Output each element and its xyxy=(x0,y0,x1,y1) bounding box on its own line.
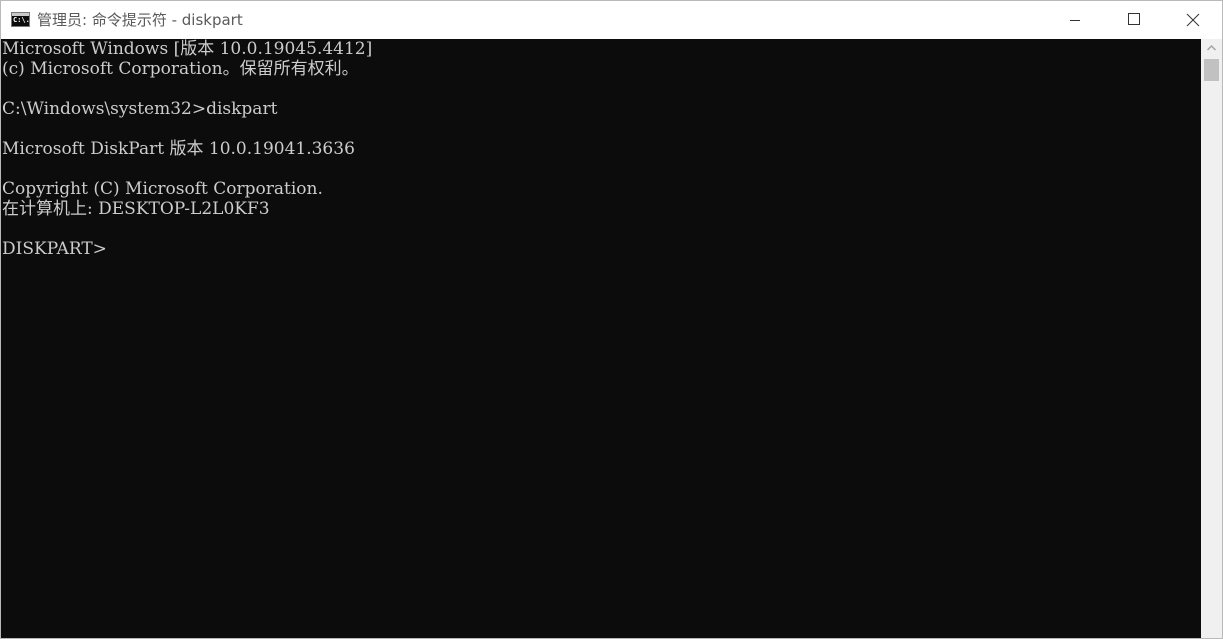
console-app-icon[interactable]: C:\. xyxy=(11,12,30,27)
scrollbar-thumb[interactable] xyxy=(1204,59,1219,81)
command-prompt-window: C:\. 管理员: 命令提示符 - diskpart Microsoft Win… xyxy=(0,0,1223,639)
console-prompt[interactable]: DISKPART> xyxy=(2,239,107,259)
scroll-up-button[interactable] xyxy=(1201,39,1222,57)
close-icon xyxy=(1186,13,1200,27)
console-line: Copyright (C) Microsoft Corporation. xyxy=(2,179,323,199)
chevron-up-icon xyxy=(1206,44,1217,51)
console-line: 在计算机上: DESKTOP-L2L0KF3 xyxy=(2,199,270,219)
console-line: (c) Microsoft Corporation。保留所有权利。 xyxy=(2,59,359,79)
maximize-icon xyxy=(1128,13,1140,25)
close-button[interactable] xyxy=(1164,1,1222,39)
vertical-scrollbar[interactable] xyxy=(1201,39,1222,638)
console-line: C:\Windows\system32>diskpart xyxy=(2,99,278,119)
window-title: 管理员: 命令提示符 - diskpart xyxy=(37,11,243,29)
console-line: Microsoft Windows [版本 10.0.19045.4412] xyxy=(2,39,373,59)
console-line: Microsoft DiskPart 版本 10.0.19041.3636 xyxy=(2,139,355,159)
icon-label: C:\. xyxy=(13,16,30,24)
maximize-button[interactable] xyxy=(1106,1,1164,39)
minimize-button[interactable] xyxy=(1048,1,1106,39)
title-bar[interactable]: C:\. 管理员: 命令提示符 - diskpart xyxy=(1,1,1222,39)
minimize-icon xyxy=(1070,20,1080,21)
console-output[interactable]: Microsoft Windows [版本 10.0.19045.4412] (… xyxy=(1,39,1201,638)
